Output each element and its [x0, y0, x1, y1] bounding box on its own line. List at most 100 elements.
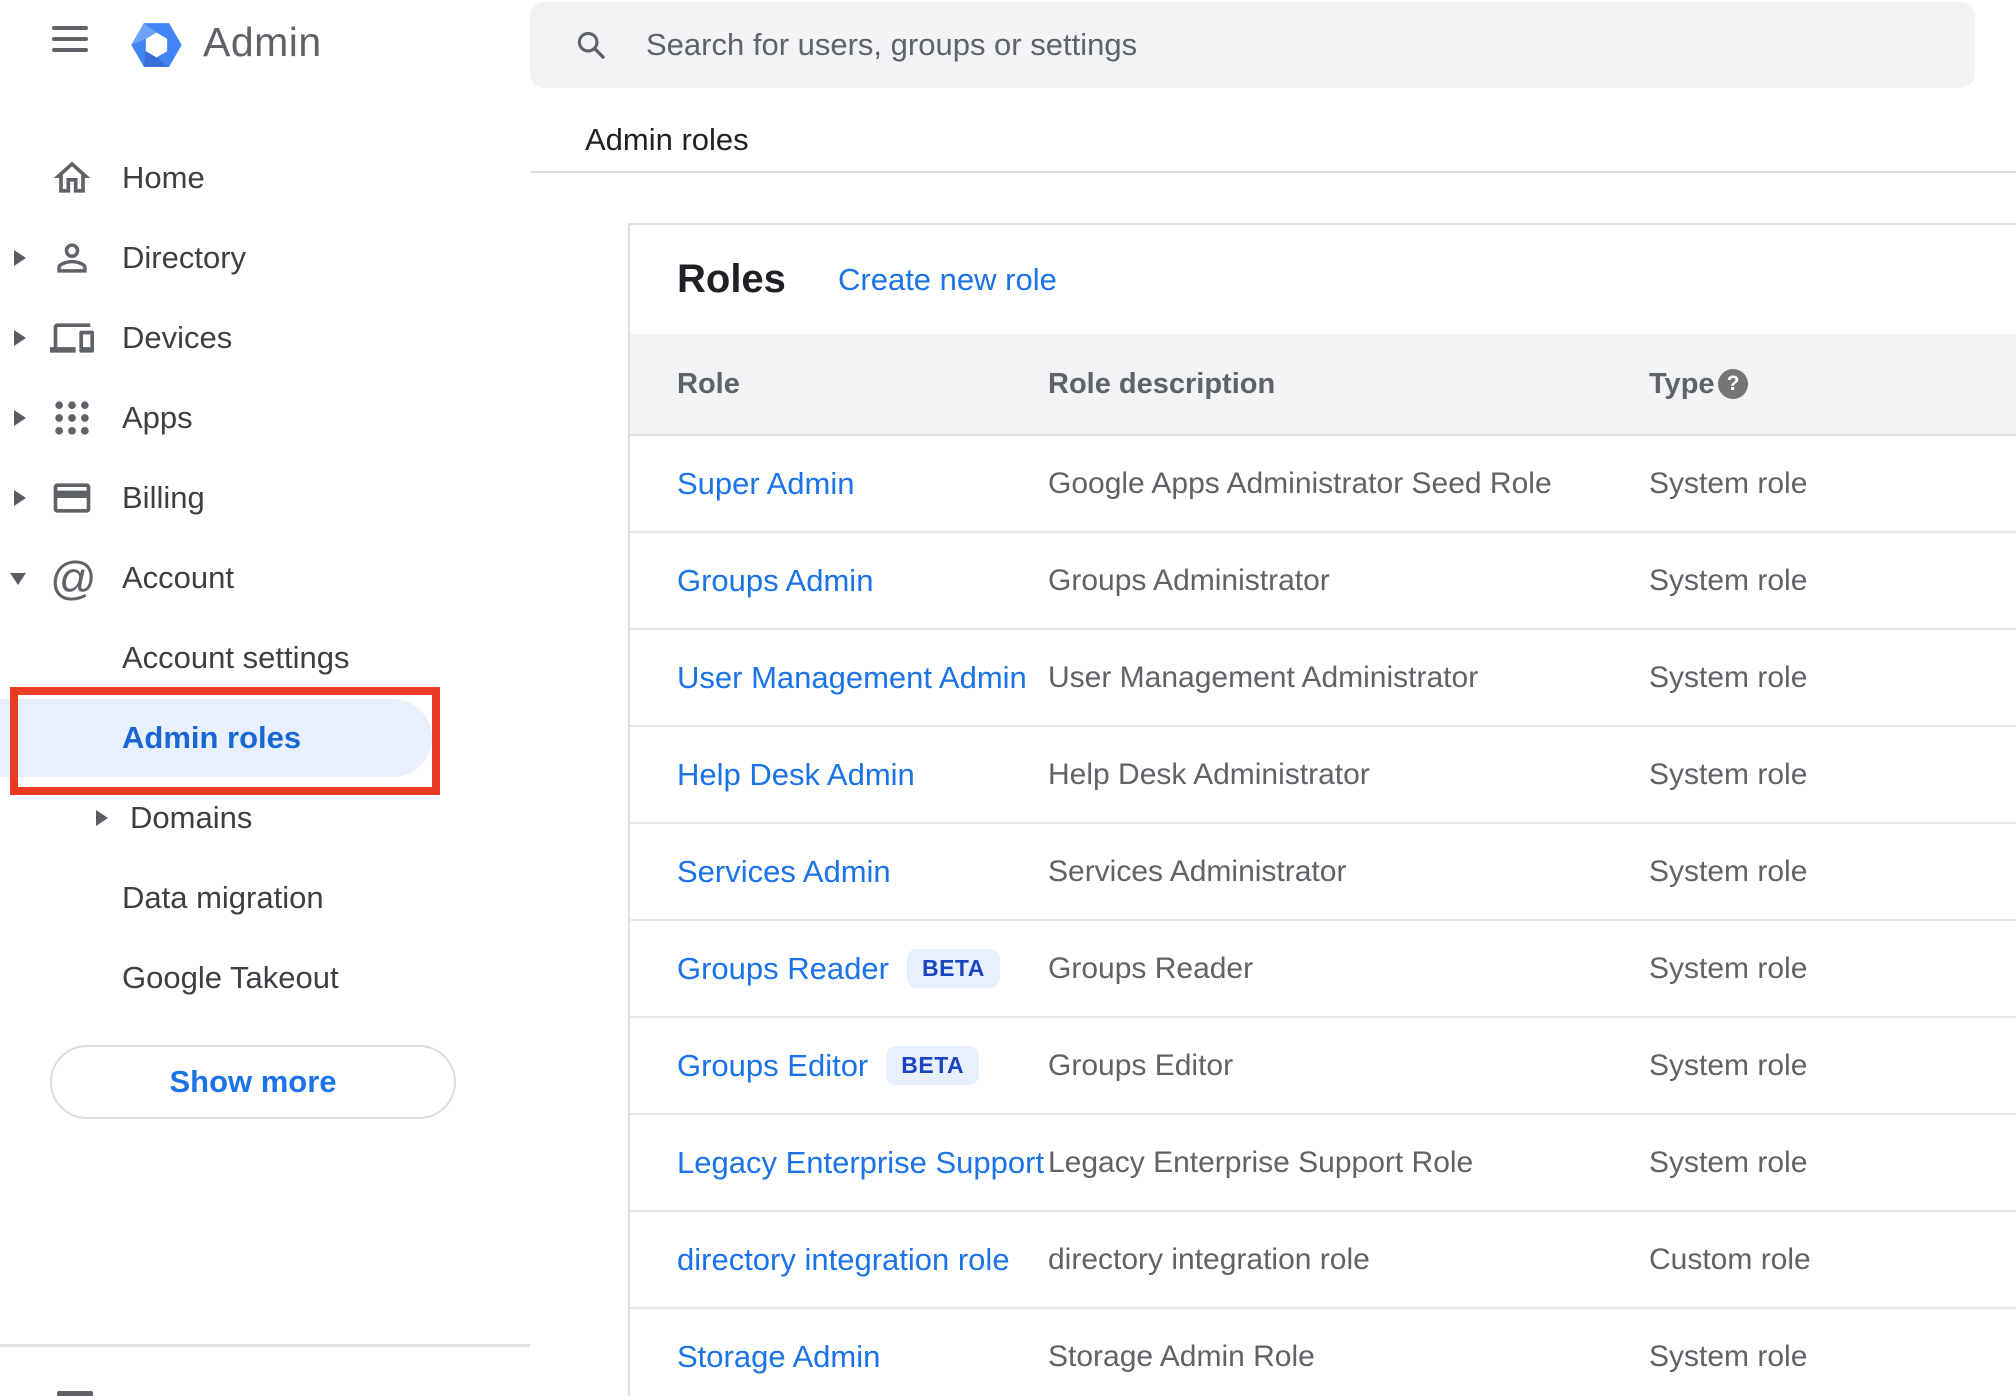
- expand-arrow-icon[interactable]: [14, 490, 26, 506]
- sidebar-item-apps[interactable]: Apps: [0, 379, 432, 457]
- sidebar-item-label: Directory: [122, 240, 247, 275]
- sidebar-item-label: Home: [122, 160, 205, 195]
- expand-arrow-icon[interactable]: [14, 330, 26, 346]
- sidebar-item-label: Devices: [122, 320, 233, 355]
- table-header: Role Role description Type ?: [630, 334, 2016, 436]
- product-title: Admin: [203, 19, 322, 65]
- role-description-cell: Services Administrator: [1048, 854, 1347, 888]
- collapse-arrow-icon[interactable]: [10, 573, 26, 585]
- role-type-cell: System role: [1649, 660, 1808, 694]
- breadcrumb: Admin roles: [585, 122, 749, 157]
- billing-icon: [50, 476, 94, 520]
- sidebar-item-domains[interactable]: Domains: [0, 779, 432, 857]
- search-placeholder: Search for users, groups or settings: [646, 27, 1138, 62]
- role-link[interactable]: directory integration role: [677, 1242, 1010, 1278]
- role-description-cell: Groups Editor: [1048, 1048, 1234, 1082]
- roles-panel: Roles Create new role Role Role descript…: [628, 223, 2016, 1396]
- sidebar-item-label: Apps: [122, 400, 193, 435]
- menu-hamburger-icon[interactable]: [52, 24, 88, 58]
- person-icon: [50, 236, 94, 280]
- role-type-cell: System role: [1649, 1048, 1808, 1082]
- sidebar-item-google-takeout[interactable]: Google Takeout: [0, 939, 432, 1017]
- role-cell: Help Desk Admin: [677, 727, 915, 822]
- role-type-cell: System role: [1649, 1339, 1808, 1373]
- sidebar-item-account[interactable]: @ Account: [0, 539, 432, 617]
- role-description-cell: User Management Administrator: [1048, 660, 1479, 694]
- show-more-button[interactable]: Show more: [50, 1045, 456, 1119]
- role-link[interactable]: Groups Admin: [677, 563, 873, 599]
- role-type-cell: Custom role: [1649, 1242, 1811, 1276]
- table-row: User Management Admin User Management Adm…: [630, 630, 2016, 727]
- search-icon: [577, 31, 605, 59]
- role-type-cell: System role: [1649, 951, 1808, 985]
- create-new-role-link[interactable]: Create new role: [838, 225, 1057, 334]
- table-row: Help Desk Admin Help Desk Administrator Sy…: [630, 727, 2016, 824]
- role-cell: User Management Admin: [677, 630, 1027, 725]
- help-icon[interactable]: ?: [1718, 369, 1748, 399]
- role-description-cell: Help Desk Administrator: [1048, 757, 1370, 791]
- sidebar-item-admin-roles[interactable]: Admin roles: [0, 699, 432, 777]
- search-input[interactable]: Search for users, groups or settings: [530, 2, 1975, 88]
- table-row: Legacy Enterprise Support Legacy Enterpri…: [630, 1115, 2016, 1212]
- sidebar-item-billing[interactable]: Billing: [0, 459, 432, 537]
- home-icon: [50, 156, 94, 200]
- expand-arrow-icon[interactable]: [14, 410, 26, 426]
- sidebar-item-devices[interactable]: Devices: [0, 299, 432, 377]
- admin-console: Admin Home Directory Devices Apps Billing @ Ac…: [0, 0, 2016, 1396]
- devices-icon: [50, 316, 94, 360]
- expand-arrow-icon[interactable]: [96, 810, 108, 826]
- role-cell: Services Admin: [677, 824, 891, 919]
- sidebar-item-label: Account settings: [122, 640, 350, 675]
- expand-arrow-icon[interactable]: [14, 250, 26, 266]
- role-link[interactable]: Groups Reader: [677, 951, 889, 987]
- partial-device-icon: [57, 1391, 93, 1396]
- table-row: Groups Editor BETA Groups Editor System rol…: [630, 1018, 2016, 1115]
- table-row: Super Admin Google Apps Administrator See…: [630, 436, 2016, 533]
- beta-badge: BETA: [906, 949, 1000, 988]
- role-cell: Super Admin: [677, 436, 855, 531]
- roles-table: Super Admin Google Apps Administrator See…: [630, 436, 2016, 1396]
- table-row: Services Admin Services Administrator Syst…: [630, 824, 2016, 921]
- role-cell: Groups Admin: [677, 533, 873, 628]
- sidebar-footer-divider: [0, 1344, 530, 1347]
- role-link[interactable]: Help Desk Admin: [677, 757, 915, 793]
- apps-icon: [50, 396, 94, 440]
- role-cell: Legacy Enterprise Support: [677, 1115, 1044, 1210]
- column-header-role: Role: [677, 367, 740, 400]
- role-link[interactable]: Legacy Enterprise Support: [677, 1145, 1044, 1181]
- table-row: Groups Admin Groups Administrator System r…: [630, 533, 2016, 630]
- role-description-cell: Google Apps Administrator Seed Role: [1048, 466, 1552, 500]
- sidebar-item-directory[interactable]: Directory: [0, 219, 432, 297]
- role-cell: Storage Admin: [677, 1309, 880, 1396]
- panel-title: Roles: [677, 257, 786, 301]
- role-cell: directory integration role: [677, 1212, 1010, 1307]
- sidebar-item-label: Data migration: [122, 880, 324, 915]
- role-link[interactable]: Super Admin: [677, 466, 855, 502]
- at-sign-icon: @: [50, 552, 97, 604]
- role-link[interactable]: Services Admin: [677, 854, 891, 890]
- sidebar-item-data-migration[interactable]: Data migration: [0, 859, 432, 937]
- sidebar-item-label: Google Takeout: [122, 960, 339, 995]
- sidebar-item-home[interactable]: Home: [0, 139, 432, 217]
- sidebar-item-label: Admin roles: [122, 720, 302, 755]
- sidebar-item-label: Billing: [122, 480, 205, 515]
- role-description-cell: directory integration role: [1048, 1242, 1370, 1276]
- content-divider: [530, 171, 2016, 173]
- role-type-cell: System role: [1649, 854, 1808, 888]
- sidebar-item-label: Domains: [130, 800, 253, 835]
- table-row: directory integration role directory inte…: [630, 1212, 2016, 1309]
- beta-badge: BETA: [886, 1046, 980, 1085]
- role-description-cell: Legacy Enterprise Support Role: [1048, 1145, 1474, 1179]
- role-link[interactable]: User Management Admin: [677, 660, 1027, 696]
- admin-logo-icon: [131, 23, 182, 67]
- role-link[interactable]: Groups Editor: [677, 1048, 868, 1084]
- column-header-type: Type: [1649, 367, 1715, 400]
- sidebar-item-account-settings[interactable]: Account settings: [0, 619, 432, 697]
- role-link[interactable]: Storage Admin: [677, 1339, 880, 1375]
- role-description-cell: Storage Admin Role: [1048, 1339, 1315, 1373]
- column-header-description: Role description: [1048, 367, 1276, 400]
- role-description-cell: Groups Reader: [1048, 951, 1254, 985]
- role-type-cell: System role: [1649, 757, 1808, 791]
- role-cell: Groups Reader BETA: [677, 921, 1000, 1016]
- table-row: Groups Reader BETA Groups Reader System rol…: [630, 921, 2016, 1018]
